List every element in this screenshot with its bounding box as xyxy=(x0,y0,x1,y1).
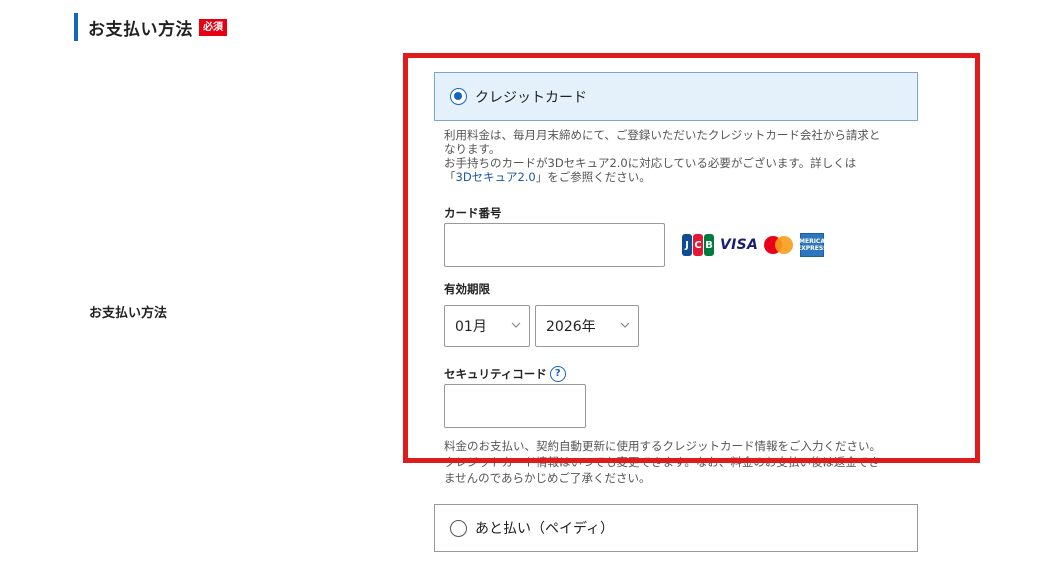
chevron-down-icon xyxy=(620,322,630,328)
security-code-input[interactable] xyxy=(444,384,586,428)
payment-option-paidy[interactable]: あと払い（ペイディ） xyxy=(434,504,918,552)
jcb-logo-icon: J C B xyxy=(682,234,714,256)
payment-option-credit-card[interactable]: クレジットカード xyxy=(434,72,918,121)
payment-method-page: お支払い方法 必須 お支払い方法 クレジットカード 利用料金は、毎月月末締めにて… xyxy=(0,0,1044,564)
notes-line: お手持ちのカードが3Dセキュア2.0に対応している必要がございます。詳しくは xyxy=(444,156,857,170)
amex-logo-icon: AMERICAN EXPRESS xyxy=(794,233,830,257)
jcb-letter-c: C xyxy=(693,234,703,256)
chevron-down-icon xyxy=(511,322,521,328)
radio-unselected-icon[interactable] xyxy=(450,519,467,537)
expiry-month-select[interactable]: 01月 xyxy=(444,305,530,347)
section-header: お支払い方法 必須 xyxy=(74,13,227,41)
payment-option-label: クレジットカード xyxy=(475,89,587,106)
card-info-text: 料金のお支払い、契約自動更新に使用するクレジットカード情報をご入力ください。 ク… xyxy=(444,438,924,486)
expiry-month-value: 01月 xyxy=(455,319,487,335)
credit-card-notes: 利用料金は、毎月月末締めにて、ご登録いただいたクレジットカード会社から請求と な… xyxy=(444,128,924,184)
notes-bracket-open: 「 xyxy=(444,170,456,184)
required-badge: 必須 xyxy=(199,18,227,36)
security-code-label: セキュリティコード xyxy=(444,367,547,381)
info-line: 料金のお支払い、契約自動更新に使用するクレジットカード情報をご入力ください。 xyxy=(444,439,881,453)
expiry-year-select[interactable]: 2026年 xyxy=(535,305,639,347)
expiry-label: 有効期限 xyxy=(444,282,490,296)
jcb-letter-j: J xyxy=(682,234,692,256)
notes-line: 「3Dセキュア2.0」をご参照ください。 xyxy=(444,170,924,184)
help-icon[interactable]: ? xyxy=(549,365,566,382)
radio-selected-icon[interactable] xyxy=(450,88,467,105)
notes-bracket-close: 」をご参照ください。 xyxy=(535,170,651,184)
row-label: お支払い方法 xyxy=(89,306,168,321)
section-title: お支払い方法 xyxy=(88,19,193,40)
notes-line: 利用料金は、毎月月末締めにて、ご登録いただいたクレジットカード会社から請求と xyxy=(444,128,881,142)
card-number-input[interactable] xyxy=(444,223,665,267)
jcb-letter-b: B xyxy=(704,234,714,256)
mastercard-orange-circle xyxy=(775,236,794,254)
visa-logo-icon: VISA xyxy=(720,237,759,253)
section-accent-bar xyxy=(74,13,78,41)
payment-option-label: あと払い（ペイディ） xyxy=(475,521,615,537)
mastercard-logo-icon xyxy=(764,235,794,255)
info-line: ませんのであらかじめご了承ください。 xyxy=(444,471,651,485)
info-line: クレジットカード情報はいつでも変更できます。なお、料金のお支払い後は返金でき xyxy=(444,455,880,469)
3d-secure-link[interactable]: 3Dセキュア2.0 xyxy=(456,170,536,184)
notes-line: なります。 xyxy=(444,142,501,156)
expiry-year-value: 2026年 xyxy=(546,319,596,335)
security-code-label-row: セキュリティコード? xyxy=(444,365,566,383)
card-brands: J C B VISA AMERICAN EXPRESS xyxy=(682,233,830,257)
card-number-label: カード番号 xyxy=(444,206,502,220)
